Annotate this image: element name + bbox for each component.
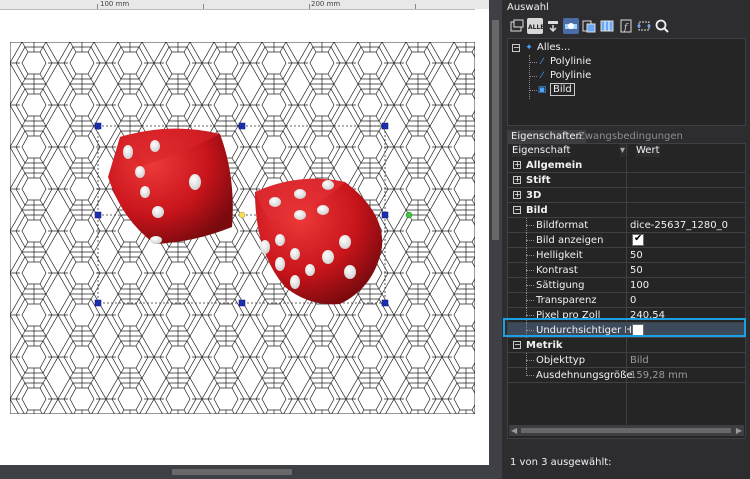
highlight-frame (503, 318, 746, 337)
category-3d[interactable]: +3D (508, 188, 745, 203)
panel-title: Auswahl (503, 0, 750, 16)
property-grid: Eigenschaft ▾ Wert + Allgemein + Stift +3D… (507, 143, 746, 439)
selection-status: 1 von 3 ausgewählt: (510, 457, 612, 468)
scroll-right-icon[interactable]: ▶ (736, 425, 742, 436)
ruler-label-100: 100 mm (100, 0, 130, 8)
panel-toolbar: ALLE f (503, 16, 750, 38)
group-icon: ✦ (525, 43, 533, 53)
horizontal-ruler: 100 mm 200 mm (0, 0, 490, 10)
property-row[interactable]: Transparenz 0 (508, 293, 745, 308)
property-row[interactable]: Sättigung 100 (508, 278, 745, 293)
show-image-checkbox[interactable] (632, 233, 644, 246)
property-row[interactable]: Kontrast 50 (508, 263, 745, 278)
svg-text:ALLE: ALLE (528, 24, 543, 31)
category-allgemein[interactable]: + Allgemein (508, 158, 745, 173)
grid-horizontal-scrollbar[interactable]: ◀ ▶ (509, 425, 744, 436)
highlight-icon[interactable] (563, 18, 579, 34)
selection-frame-icon[interactable] (636, 18, 652, 34)
expand-icon[interactable]: + (513, 176, 521, 184)
tree-item-polyline-1[interactable]: ⁄ Polylinie (536, 55, 591, 69)
header-property[interactable]: Eigenschaft (512, 144, 571, 157)
category-stift[interactable]: + Stift (508, 173, 745, 188)
polyline-icon: ⁄ (541, 71, 543, 81)
info-icon[interactable]: f (618, 18, 634, 34)
tree-item-image[interactable]: ▣ Bild (536, 83, 575, 97)
selection-panel: Auswahl ALLE f − ✦ Alles... ⁄ Polylinie … (503, 0, 750, 479)
header-value[interactable]: Wert (636, 144, 660, 157)
collapse-icon[interactable]: − (512, 44, 520, 52)
drawing-canvas[interactable]: 100 mm 200 mm (0, 0, 490, 479)
category-bild[interactable]: − Bild (508, 203, 745, 218)
select-options-icon[interactable] (509, 18, 525, 34)
property-row[interactable]: Bildformat dice-25637_1280_0 (508, 218, 745, 233)
panel-tabs: Eigenschaften Zwangsbedingungen (507, 130, 746, 143)
select-all-icon[interactable]: ALLE (527, 18, 543, 34)
search-icon[interactable] (654, 18, 670, 34)
collapse-icon[interactable]: − (513, 341, 521, 349)
tree-item-root[interactable]: ✦ Alles... (523, 41, 570, 55)
property-row[interactable]: Objekttyp Bild (508, 353, 745, 368)
canvas-vertical-scrollbar[interactable] (489, 0, 502, 479)
tab-zwangsbedingungen[interactable]: Zwangsbedingungen (574, 130, 687, 143)
canvas-horizontal-scrollbar[interactable] (0, 465, 490, 479)
ruler-label-200: 200 mm (311, 0, 341, 8)
expand-icon[interactable]: + (513, 191, 521, 199)
property-row[interactable]: Helligkeit 50 (508, 248, 745, 263)
property-row[interactable]: Bild anzeigen (508, 233, 745, 248)
selection-tree: − ✦ Alles... ⁄ Polylinie ⁄ Polylinie ▣ Bild (507, 38, 746, 126)
polyline-icon: ⁄ (541, 57, 543, 67)
scroll-left-icon[interactable]: ◀ (511, 425, 517, 436)
collapse-icon[interactable]: − (513, 206, 521, 214)
expand-icon[interactable]: + (513, 161, 521, 169)
property-row[interactable]: Ausdehnungsgröße 159,28 mm (508, 368, 745, 383)
sort-icon[interactable]: ▾ (620, 144, 626, 157)
copy-icon[interactable] (581, 18, 597, 34)
category-metrik[interactable]: − Metrik (508, 338, 745, 353)
filter-icon[interactable] (545, 18, 561, 34)
columns-icon[interactable] (599, 18, 615, 34)
rotate-handle[interactable] (405, 211, 413, 219)
pattern-drawing[interactable] (10, 42, 475, 414)
image-icon: ▣ (537, 85, 547, 95)
tree-item-polyline-2[interactable]: ⁄ Polylinie (536, 69, 591, 83)
center-handle[interactable] (238, 211, 246, 219)
